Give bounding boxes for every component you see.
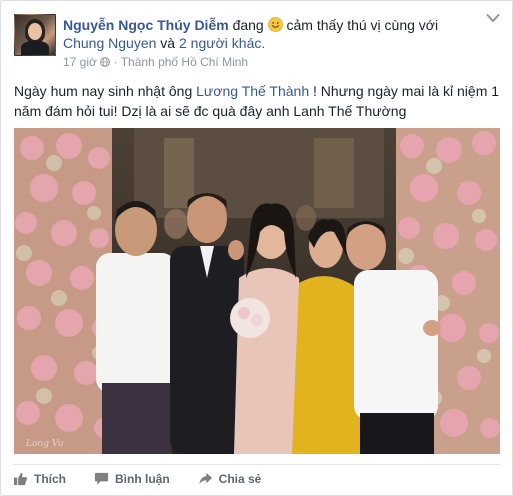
tagged-joiner: và <box>160 35 176 51</box>
post-meta: 17 giờ · Thành phố Hồ Chí Minh <box>63 55 248 69</box>
like-button[interactable]: Thích <box>13 471 66 486</box>
chevron-down-icon[interactable] <box>486 13 500 23</box>
like-label: Thích <box>34 471 66 486</box>
message-part-1: Ngày hum nay sinh nhật ông <box>14 83 193 99</box>
tagged-others-link[interactable]: 2 người khác. <box>179 35 265 51</box>
meta-separator: · <box>113 55 118 69</box>
smiling-face-icon <box>267 17 283 32</box>
feeling-prefix: đang <box>232 17 264 33</box>
share-label: Chia sẻ <box>218 471 262 486</box>
post-card: Nguyễn Ngọc Thúy Diễm đang cảm thấy thú … <box>0 0 513 496</box>
post-actions: Thích Bình luận Chia sẻ <box>13 471 261 486</box>
post-time[interactable]: 17 giờ <box>63 55 97 69</box>
tagged-line: Chung Nguyen và 2 người khác. <box>63 35 265 51</box>
wedding-group-photo: Long Vu <box>14 128 500 454</box>
action-divider <box>13 464 500 465</box>
share-button[interactable]: Chia sẻ <box>198 471 262 486</box>
speech-bubble-icon <box>94 472 109 485</box>
comment-label: Bình luận <box>115 471 170 486</box>
post-header-line: Nguyễn Ngọc Thúy Diễm đang cảm thấy thú … <box>63 17 438 33</box>
feeling-text: cảm thấy thú vị cùng với <box>286 17 439 33</box>
author-name[interactable]: Nguyễn Ngọc Thúy Diễm <box>63 17 229 33</box>
tagged-person-link[interactable]: Chung Nguyen <box>63 35 156 51</box>
post-message: Ngày hum nay sinh nhật ông Lương Thế Thà… <box>14 81 500 121</box>
photo-signature: Long Vu <box>25 439 64 449</box>
thumbs-up-icon <box>13 472 28 486</box>
post-location[interactable]: Thành phố Hồ Chí Minh <box>121 55 248 69</box>
globe-icon <box>100 57 111 67</box>
mention-link[interactable]: Lương Thế Thành <box>196 83 309 99</box>
post-photo[interactable]: Long Vu <box>14 128 500 454</box>
comment-button[interactable]: Bình luận <box>94 471 170 486</box>
author-avatar[interactable] <box>14 14 56 56</box>
share-arrow-icon <box>199 472 212 485</box>
